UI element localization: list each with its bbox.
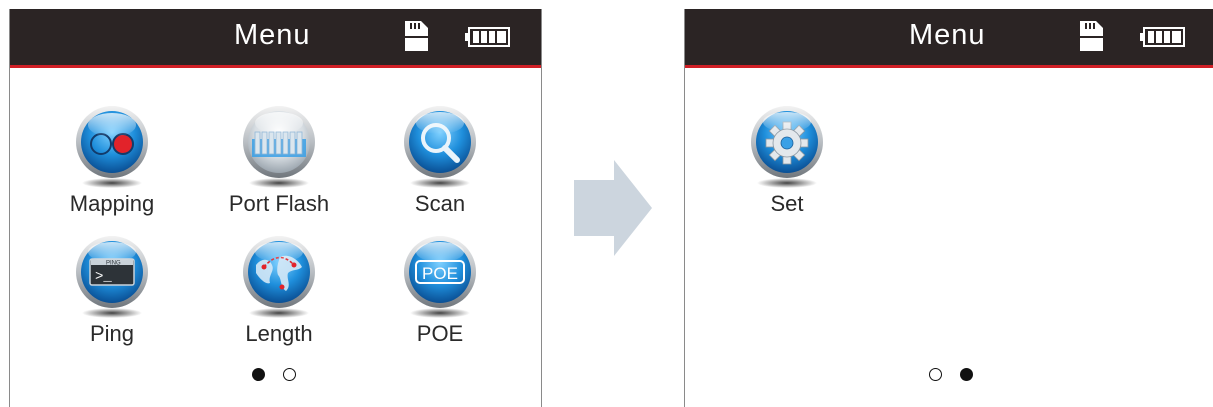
page-indicator <box>250 366 310 386</box>
menu-item-mapping[interactable]: Mapping <box>47 105 177 230</box>
menu-screen-page-2: Menu Set <box>684 9 1213 407</box>
menu-item-label: Set <box>770 191 804 216</box>
header-title: Menu <box>234 19 311 51</box>
header-bar: Menu <box>10 9 541 68</box>
port-flash-icon <box>243 106 315 188</box>
header-bar: Menu <box>685 9 1213 68</box>
menu-item-port-flash[interactable]: Port Flash <box>214 105 344 230</box>
header-title: Menu <box>909 19 986 51</box>
menu-item-label: Port Flash <box>228 191 330 216</box>
ping-terminal-icon: PING >_ <box>76 236 148 318</box>
menu-item-label: POE <box>416 321 464 346</box>
mapping-icon <box>76 106 148 188</box>
menu-item-label: Ping <box>89 321 135 346</box>
menu-item-label: Scan <box>414 191 466 216</box>
menu-item-scan[interactable]: Scan <box>375 105 505 230</box>
page-dot-inactive[interactable] <box>283 368 296 381</box>
battery-full-icon <box>1140 27 1185 47</box>
sd-card-icon <box>1080 21 1103 51</box>
scan-magnifier-icon <box>404 106 476 188</box>
sd-card-icon <box>405 21 428 51</box>
menu-item-ping[interactable]: PING >_ Ping <box>47 235 177 360</box>
page-dot-active[interactable] <box>252 368 265 381</box>
poe-icon: POE <box>404 236 476 318</box>
battery-full-icon <box>465 27 510 47</box>
page-dot-inactive[interactable] <box>929 368 942 381</box>
page-indicator <box>927 366 987 386</box>
menu-item-label: Length <box>245 321 313 346</box>
settings-gear-icon <box>751 106 823 188</box>
menu-item-set[interactable]: Set <box>722 105 852 230</box>
ping-prompt-text: >_ <box>95 269 112 285</box>
menu-item-length[interactable]: Length <box>214 235 344 360</box>
menu-item-poe[interactable]: POE POE <box>375 235 505 360</box>
page-dot-active[interactable] <box>960 368 973 381</box>
menu-item-label: Mapping <box>69 191 155 216</box>
poe-badge-text: POE <box>422 264 458 283</box>
length-globe-icon <box>243 236 315 318</box>
menu-screen-page-1: Menu Mapping Port Flash Scan PING >_ Pin… <box>9 9 542 407</box>
right-arrow-icon <box>574 160 652 256</box>
